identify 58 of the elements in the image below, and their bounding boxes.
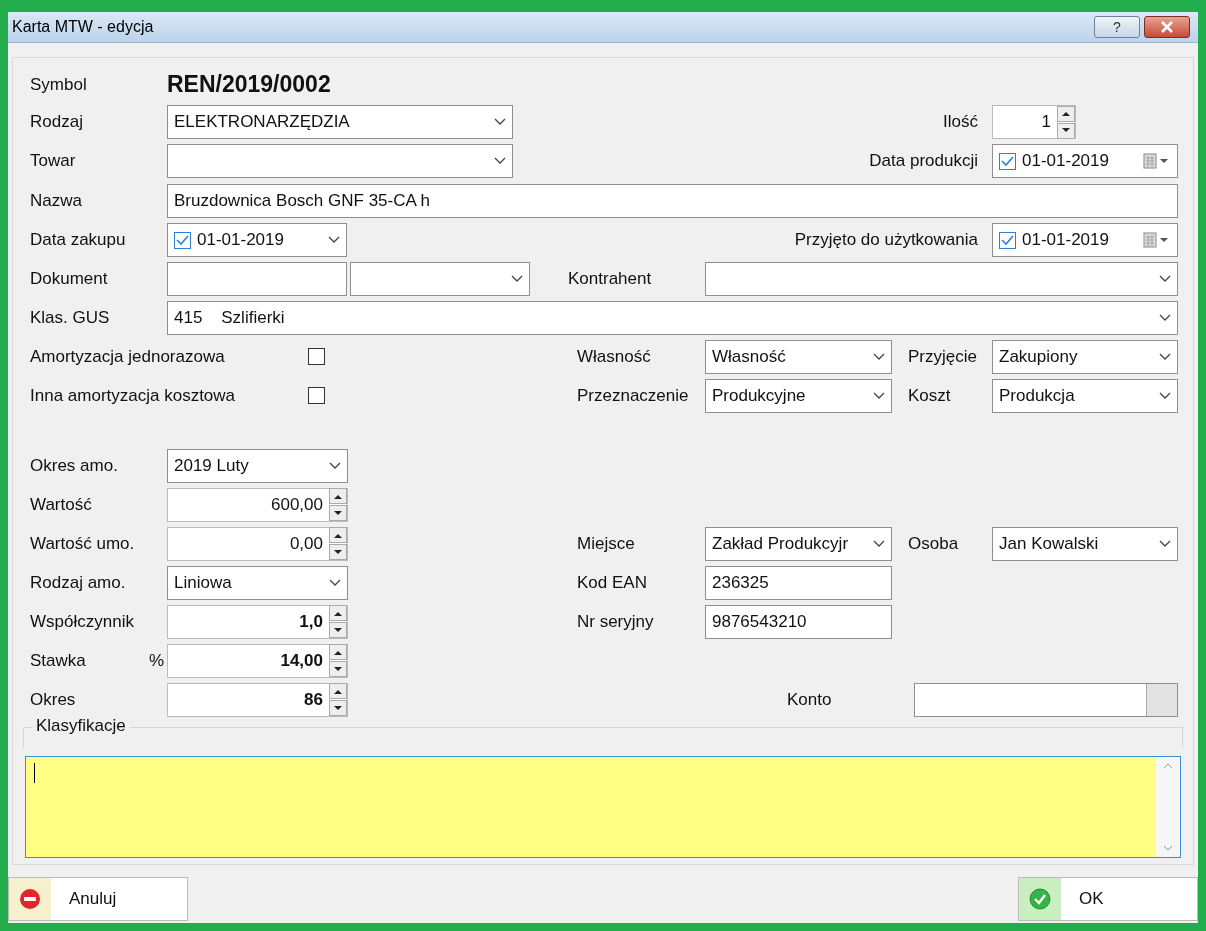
number-field[interactable]: 14,00 [167, 643, 348, 678]
group-label: Klasyfikacje [32, 716, 130, 736]
field-label: Towar [30, 151, 76, 171]
number-field[interactable]: 1,0 [167, 604, 348, 639]
field-label: Wartość umo. [30, 533, 135, 554]
dropdown-field[interactable]: 2019 Luty [167, 448, 348, 483]
field-label: Klas. GUS [30, 307, 110, 328]
field-label: Okres amo. [30, 455, 118, 476]
symbol-value: REN/2019/0002 [167, 71, 332, 98]
field-label: Kod EAN [577, 572, 647, 593]
dropdown-field[interactable]: Zakład Produkcyjr [705, 526, 892, 561]
field-label: Amortyzacja jednorazowa [30, 346, 225, 367]
field-label: Konto [787, 689, 832, 710]
field-label: Okres [30, 689, 76, 710]
number-field[interactable]: 86 [167, 682, 348, 717]
field-label: Przyjęcie [908, 346, 977, 367]
ok-button[interactable]: OK [1018, 877, 1198, 921]
field-label: Data zakupu [30, 230, 126, 250]
field-label: Osoba [908, 533, 959, 554]
help-button[interactable]: ? [1094, 16, 1140, 38]
dropdown-field[interactable]: Produkcja [992, 378, 1178, 413]
number-field[interactable]: 0,00 [167, 526, 348, 561]
dropdown-field[interactable]: Liniowa [167, 565, 348, 600]
field-label: Stawka [30, 650, 86, 671]
field-label: Rodzaj [30, 112, 83, 132]
field-label: Miejsce [577, 533, 635, 554]
field-label: Przyjęto do użytkowania [794, 230, 978, 250]
number-field[interactable]: 1 [992, 105, 1076, 139]
unit-label: % [148, 650, 164, 671]
date-field[interactable]: 01-01-2019 [167, 223, 347, 257]
field-label: Kontrahent [568, 268, 652, 289]
input-field[interactable]: Bruzdownica Bosch GNF 35-CA h [167, 184, 1178, 218]
dropdown-field[interactable]: Własność [705, 339, 892, 374]
dropdown-field[interactable]: Jan Kowalski [992, 526, 1178, 561]
field-label: Nr seryjny [577, 611, 654, 632]
field-label: Nazwa [30, 191, 82, 211]
field-label: Dokument [30, 268, 108, 289]
number-field[interactable]: 600,00 [167, 487, 348, 522]
cancel-button[interactable]: Anuluj [8, 877, 188, 921]
input-field[interactable]: 9876543210 [705, 604, 892, 639]
date-field[interactable]: 01-01-2019 [992, 144, 1178, 178]
input-field[interactable]: 236325 [705, 565, 892, 600]
field-label: Symbol [30, 74, 87, 95]
dropdown-field[interactable]: 415 Szlifierki [167, 300, 1178, 335]
field-label: Koszt [908, 385, 951, 406]
field-label: Data produkcji [869, 151, 978, 171]
dropdown-field[interactable]: ELEKTRONARZĘDZIA [167, 105, 513, 139]
field-label: Współczynnik [30, 611, 134, 632]
date-field[interactable]: 01-01-2019 [992, 223, 1178, 257]
field-label: Własność [577, 346, 651, 367]
field-label: Ilość [943, 112, 978, 132]
dropdown-field[interactable]: Produkcyjne [705, 378, 892, 413]
field-label: Inna amortyzacja kosztowa [30, 385, 236, 406]
field-label: Rodzaj amo. [30, 572, 126, 593]
field-label: Wartość [30, 494, 92, 515]
field-label: Przeznaczenie [577, 385, 689, 406]
window-title: Karta MTW - edycja [12, 18, 154, 36]
dropdown-field[interactable]: Zakupiony [992, 339, 1178, 374]
